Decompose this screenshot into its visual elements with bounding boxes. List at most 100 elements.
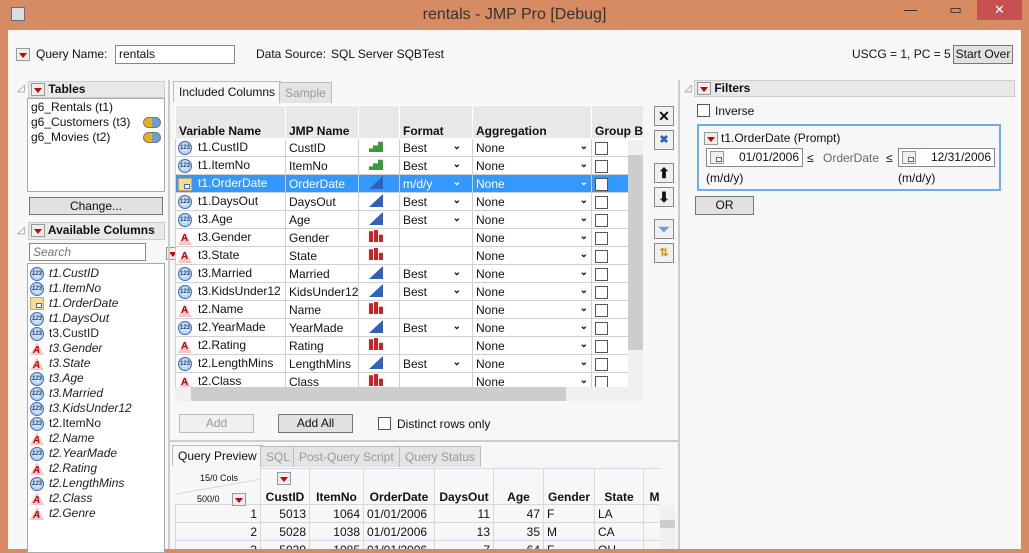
variable-name-cell[interactable]: t2.Rating	[175, 336, 286, 355]
group-by-checkbox[interactable]	[595, 249, 608, 263]
collapse-icon[interactable]: ◿	[17, 83, 25, 94]
included-row[interactable]: 123 t1.ItemNo ItemNo Best ⌄ None ⌄	[175, 156, 643, 175]
aggregation-dropdown[interactable]: None ⌄	[472, 264, 592, 283]
variable-name-cell[interactable]: 123 t2.YearMade	[175, 318, 286, 337]
available-column-item[interactable]: 123 t1.DaysOut	[28, 311, 164, 326]
to-date-input[interactable]: 12/31/2006	[898, 148, 995, 167]
jmp-name-cell[interactable]: Married	[285, 264, 359, 283]
available-column-item[interactable]: 123 t2.LengthMins	[28, 476, 164, 491]
add-button[interactable]: Add	[179, 414, 254, 433]
cols-menu-button[interactable]	[276, 472, 291, 486]
available-column-item[interactable]: t2.Name	[28, 431, 164, 448]
variable-name-cell[interactable]: t1.OrderDate	[175, 174, 286, 193]
variable-name-cell[interactable]: t2.Class	[175, 372, 286, 387]
or-button[interactable]: OR	[695, 196, 754, 215]
aggregation-dropdown[interactable]: None ⌄	[472, 138, 592, 157]
aggregation-dropdown[interactable]: None ⌄	[472, 228, 592, 247]
jmp-name-cell[interactable]: Rating	[285, 336, 359, 355]
sort-icon[interactable]: ⇅	[654, 243, 674, 263]
close-button[interactable]: ✕	[977, 0, 1022, 20]
group-by-checkbox[interactable]	[595, 321, 608, 335]
jmp-name-cell[interactable]: DaysOut	[285, 192, 359, 211]
available-column-item[interactable]: 123 t3.CustID	[28, 326, 164, 341]
modeling-type-cell[interactable]	[358, 264, 400, 283]
tab-sample[interactable]: Sample	[279, 82, 332, 103]
available-column-item[interactable]: t3.State	[28, 356, 164, 373]
variable-name-cell[interactable]: 123 t2.LengthMins	[175, 354, 286, 373]
inverse-checkbox[interactable]	[697, 104, 710, 117]
variable-name-cell[interactable]: 123 t3.Married	[175, 264, 286, 283]
available-column-item[interactable]: 123 t3.Married	[28, 386, 164, 401]
aggregation-dropdown[interactable]: None ⌄	[472, 372, 592, 387]
splitter[interactable]	[678, 80, 680, 549]
modeling-type-cell[interactable]	[358, 210, 400, 229]
included-row[interactable]: 123 t1.CustID CustID Best ⌄ None ⌄	[175, 138, 643, 157]
distinct-rows-checkbox[interactable]	[378, 417, 391, 430]
from-date-input[interactable]: 01/01/2006	[706, 148, 803, 167]
format-dropdown[interactable]: Best ⌄	[399, 138, 473, 157]
aggregation-dropdown[interactable]: None ⌄	[472, 300, 592, 319]
tab-query-status[interactable]: Query Status	[399, 446, 482, 467]
maximize-button[interactable]: ▭	[933, 0, 978, 20]
available-column-item[interactable]: 123 t1.CustID	[28, 266, 164, 281]
available-column-item[interactable]: t3.Gender	[28, 341, 164, 358]
tab-query-preview[interactable]: Query Preview	[172, 445, 263, 466]
preview-scrollbar[interactable]	[660, 505, 675, 549]
modeling-type-cell[interactable]	[358, 372, 400, 387]
jmp-name-cell[interactable]: KidsUnder12	[285, 282, 359, 301]
filters-menu-button[interactable]	[697, 82, 711, 96]
jmp-name-cell[interactable]: LengthMins	[285, 354, 359, 373]
preview-column-header[interactable]: DaysOut	[434, 468, 494, 505]
available-column-item[interactable]: t2.Class	[28, 491, 164, 508]
column-header[interactable]: Group B	[591, 105, 643, 139]
group-by-checkbox[interactable]	[595, 177, 608, 191]
splitter[interactable]	[168, 80, 170, 549]
preview-column-header[interactable]: OrderDate	[363, 468, 435, 505]
join-icon[interactable]	[143, 132, 161, 143]
included-row[interactable]: 123 t3.Married Married Best ⌄ None ⌄	[175, 264, 643, 283]
table-item[interactable]: g6_Customers (t3)	[31, 115, 161, 130]
jmp-name-cell[interactable]: Class	[285, 372, 359, 387]
modeling-type-cell[interactable]	[358, 246, 400, 265]
calendar-icon[interactable]	[710, 151, 724, 164]
group-by-checkbox[interactable]	[595, 159, 608, 173]
aggregation-dropdown[interactable]: None ⌄	[472, 318, 592, 337]
format-dropdown[interactable]: Best ⌄	[399, 282, 473, 301]
available-column-item[interactable]: 123 t3.Age	[28, 371, 164, 386]
modeling-type-cell[interactable]	[358, 282, 400, 301]
column-search-input[interactable]	[29, 243, 146, 261]
format-dropdown[interactable]: Best ⌄	[399, 354, 473, 373]
format-dropdown[interactable]: m/d/y ⌄	[399, 174, 473, 193]
format-dropdown[interactable]: Best ⌄	[399, 192, 473, 211]
table-item[interactable]: g6_Rentals (t1)	[31, 100, 161, 115]
aggregation-dropdown[interactable]: None ⌄	[472, 354, 592, 373]
group-by-checkbox[interactable]	[595, 267, 608, 281]
aggregation-dropdown[interactable]: None ⌄	[472, 192, 592, 211]
included-row[interactable]: t2.Class Class None⌄	[175, 372, 643, 387]
tab-post-query-script[interactable]: Post-Query Script	[293, 446, 400, 467]
format-dropdown[interactable]: Best ⌄	[399, 264, 473, 283]
available-column-item[interactable]: t2.Rating	[28, 461, 164, 478]
included-row[interactable]: t2.Rating Rating None⌄	[175, 336, 643, 355]
modeling-type-cell[interactable]	[358, 318, 400, 337]
format-dropdown[interactable]: Best ⌄	[399, 156, 473, 175]
aggregation-dropdown[interactable]: None ⌄	[472, 282, 592, 301]
available-column-item[interactable]: 123 t2.ItemNo	[28, 416, 164, 431]
variable-name-cell[interactable]: 123 t1.ItemNo	[175, 156, 286, 175]
available-column-item[interactable]: 123 t1.ItemNo	[28, 281, 164, 296]
preview-column-header[interactable]: Age	[493, 468, 544, 505]
tab-included-columns[interactable]: Included Columns	[173, 81, 282, 102]
modeling-type-cell[interactable]	[358, 174, 400, 193]
group-by-checkbox[interactable]	[595, 357, 608, 371]
available-column-item[interactable]: t2.Genre	[28, 506, 164, 523]
table-item[interactable]: g6_Movies (t2)	[31, 130, 161, 145]
aggregation-dropdown[interactable]: None ⌄	[472, 210, 592, 229]
modeling-type-cell[interactable]	[358, 300, 400, 319]
available-menu-button[interactable]	[31, 224, 45, 238]
column-header[interactable]: JMP Name	[285, 105, 359, 139]
variable-name-cell[interactable]: 123 t1.CustID	[175, 138, 286, 157]
available-column-item[interactable]: 123 t3.KidsUnder12	[28, 401, 164, 416]
variable-name-cell[interactable]: t2.Name	[175, 300, 286, 319]
aggregation-dropdown[interactable]: None ⌄	[472, 336, 592, 355]
variable-name-cell[interactable]: 123 t1.DaysOut	[175, 192, 286, 211]
